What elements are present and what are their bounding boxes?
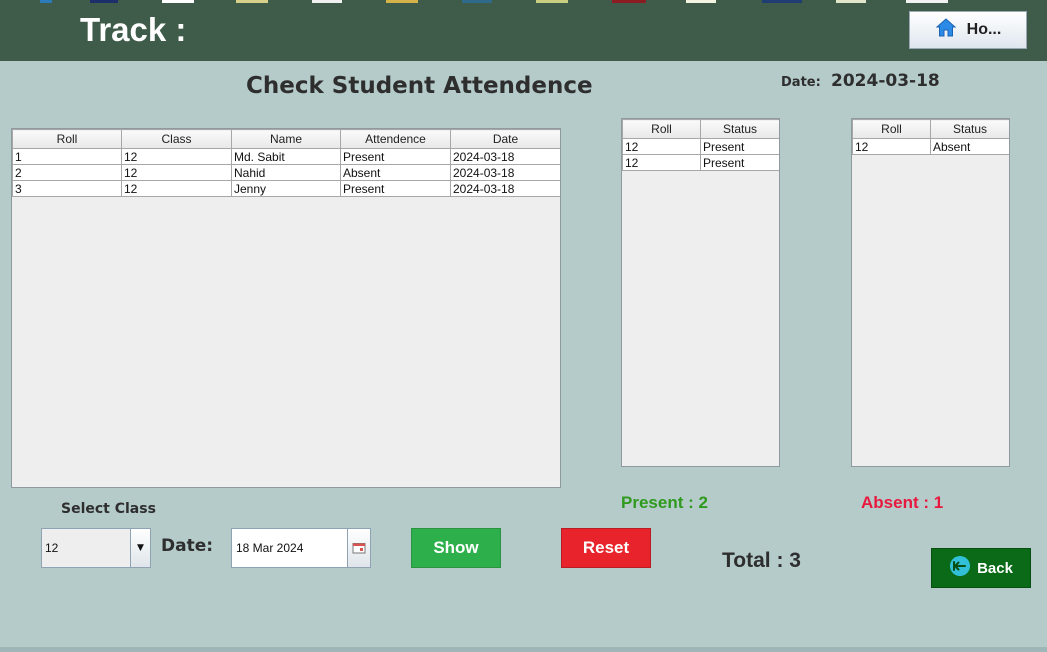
table-cell[interactable]: Present <box>700 154 779 171</box>
table-cell[interactable]: 1 <box>12 148 122 165</box>
absent-count: Absent : 1 <box>861 493 944 512</box>
table-cell[interactable]: Absent <box>930 138 1009 155</box>
column-header[interactable]: Date <box>450 129 560 149</box>
column-header[interactable]: Class <box>121 129 232 149</box>
date-picker-value: 18 Mar 2024 <box>236 541 304 555</box>
table-row[interactable]: 12 Present <box>622 154 779 171</box>
bottom-border <box>0 647 1047 652</box>
top-strip <box>0 0 1047 3</box>
home-button[interactable]: Ho... <box>909 11 1027 49</box>
table-header-row: Roll Class Name Attendence Date <box>12 129 560 149</box>
table-row[interactable]: 2 12 Nahid Absent 2024-03-18 <box>12 164 560 181</box>
column-header[interactable]: Attendence <box>340 129 451 149</box>
show-button[interactable]: Show <box>411 528 501 568</box>
back-button[interactable]: Back <box>931 548 1031 588</box>
column-header[interactable]: Status <box>700 119 779 139</box>
class-select[interactable]: 12 ▼ <box>41 528 151 568</box>
column-header[interactable]: Roll <box>852 119 931 139</box>
table-cell[interactable]: Nahid <box>231 164 341 181</box>
table-cell[interactable]: Jenny <box>231 180 341 197</box>
table-cell[interactable]: Present <box>340 180 451 197</box>
column-header[interactable]: Roll <box>12 129 122 149</box>
back-button-label: Back <box>977 559 1013 577</box>
table-row[interactable]: 1 12 Md. Sabit Present 2024-03-18 <box>12 148 560 165</box>
table-row[interactable]: 12 Absent <box>852 138 1009 155</box>
table-cell[interactable]: 12 <box>622 138 701 155</box>
table-header-row: Roll Status <box>852 119 1009 139</box>
home-button-label: Ho... <box>966 21 1002 38</box>
table-cell[interactable]: 2024-03-18 <box>450 148 560 165</box>
back-arrow-icon <box>949 555 971 581</box>
class-select-value: 12 <box>45 541 59 555</box>
table-cell[interactable]: Absent <box>340 164 451 181</box>
table-cell[interactable]: 12 <box>121 164 232 181</box>
table-cell[interactable]: Md. Sabit <box>231 148 341 165</box>
reset-button[interactable]: Reset <box>561 528 651 568</box>
table-header-row: Roll Status <box>622 119 779 139</box>
table-cell[interactable]: 3 <box>12 180 122 197</box>
table-row[interactable]: 3 12 Jenny Present 2024-03-18 <box>12 180 560 197</box>
column-header[interactable]: Roll <box>622 119 701 139</box>
date-label: Date: <box>781 75 821 90</box>
attendance-table[interactable]: Roll Class Name Attendence Date 1 12 Md.… <box>11 128 561 488</box>
page-title: Check Student Attendence <box>246 73 593 99</box>
table-cell[interactable]: 2024-03-18 <box>450 164 560 181</box>
present-count: Present : 2 <box>621 493 708 512</box>
chevron-down-icon[interactable]: ▼ <box>130 529 150 567</box>
select-class-label: Select Class <box>61 501 156 517</box>
absent-table[interactable]: Roll Status 12 Absent <box>851 118 1010 467</box>
table-cell[interactable]: 12 <box>121 148 232 165</box>
date-field-label: Date: <box>161 536 214 556</box>
home-icon <box>935 17 957 44</box>
date-picker[interactable]: 18 Mar 2024 <box>231 528 371 568</box>
table-cell[interactable]: 12 <box>852 138 931 155</box>
column-header[interactable]: Name <box>231 129 341 149</box>
present-table[interactable]: Roll Status 12 Present 12 Present <box>621 118 780 467</box>
table-row[interactable]: 12 Present <box>622 138 779 155</box>
header-bar: Track : Ho... <box>0 0 1047 61</box>
table-cell[interactable]: 12 <box>622 154 701 171</box>
table-cell[interactable]: Present <box>340 148 451 165</box>
date-value: 2024-03-18 <box>831 71 940 91</box>
total-count: Total : 3 <box>722 549 801 572</box>
app-title: Track : <box>80 11 187 48</box>
table-cell[interactable]: 12 <box>121 180 232 197</box>
calendar-icon[interactable] <box>347 529 370 567</box>
table-cell[interactable]: 2 <box>12 164 122 181</box>
table-cell[interactable]: Present <box>700 138 779 155</box>
column-header[interactable]: Status <box>930 119 1009 139</box>
table-cell[interactable]: 2024-03-18 <box>450 180 560 197</box>
